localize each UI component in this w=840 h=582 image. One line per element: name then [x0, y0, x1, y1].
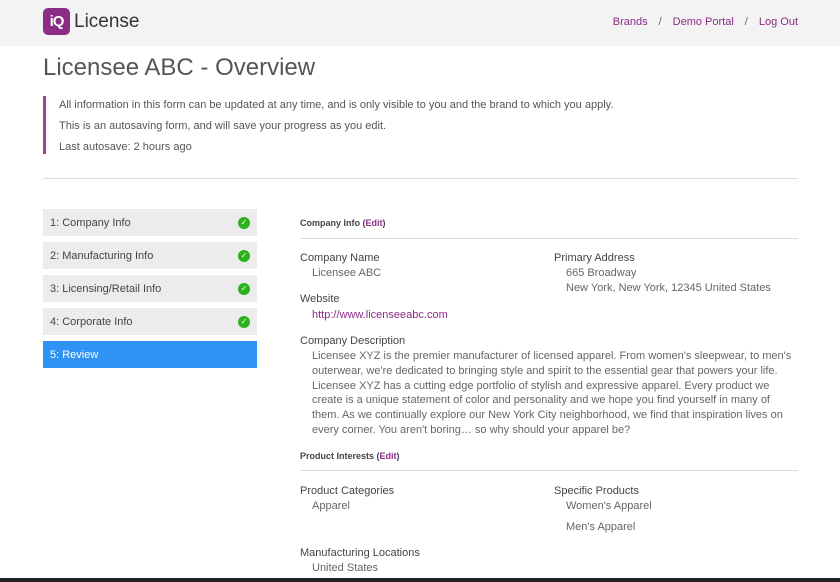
product-interests-heading: Product Interests (Edit)	[300, 451, 400, 461]
check-icon: ✓	[238, 249, 250, 262]
manufacturing-location-item: United States	[312, 562, 379, 574]
primary-address-label: Primary Address	[554, 252, 635, 264]
section-title: Product Interests	[300, 451, 375, 461]
notice-line-visibility: All information in this form can be upda…	[59, 99, 614, 111]
step-label: 4: Corporate Info	[50, 315, 133, 328]
logo-text: License	[74, 10, 140, 32]
nav-brands-link[interactable]: Brands	[613, 16, 648, 28]
company-description-value: Licensee XYZ is the premier manufacturer…	[312, 350, 792, 436]
autosave-notice: All information in this form can be upda…	[43, 96, 643, 154]
step-label: 5: Review	[50, 348, 99, 361]
nav-log-out-link[interactable]: Log Out	[759, 16, 798, 28]
product-interests-edit-link[interactable]: Edit	[380, 451, 397, 461]
company-name-label: Company Name	[300, 252, 380, 264]
top-nav: Brands / Demo Portal / Log Out	[613, 16, 798, 28]
notice-line-last-autosave: Last autosave: 2 hours ago	[59, 141, 192, 153]
section-title: Company Info	[300, 218, 360, 228]
step-company-info[interactable]: 1: Company Info ✓	[43, 209, 257, 236]
step-label: 2: Manufacturing Info	[50, 249, 154, 262]
nav-separator: /	[744, 16, 748, 28]
product-category-item: Apparel	[312, 500, 350, 512]
section-divider	[300, 238, 798, 239]
website-link[interactable]: http://www.licenseeabc.com	[312, 308, 448, 323]
window-bottom-edge	[0, 578, 840, 582]
steps-sidebar: 1: Company Info ✓ 2: Manufacturing Info …	[43, 209, 257, 374]
step-corporate-info[interactable]: 4: Corporate Info ✓	[43, 308, 257, 335]
company-info-edit-link[interactable]: Edit	[366, 218, 383, 228]
address-line-2: New York, New York, 12345 United States	[566, 282, 771, 294]
specific-product-item: Men's Apparel	[566, 521, 636, 533]
logo[interactable]: iQ License	[43, 8, 140, 35]
nav-demo-portal-link[interactable]: Demo Portal	[673, 16, 734, 28]
specific-product-item: Women's Apparel	[566, 500, 652, 512]
logo-icon: iQ	[43, 8, 70, 35]
step-licensing-retail-info[interactable]: 3: Licensing/Retail Info ✓	[43, 275, 257, 302]
step-review[interactable]: 5: Review	[43, 341, 257, 368]
page-title: Licensee ABC - Overview	[43, 54, 316, 81]
nav-separator: /	[658, 16, 662, 28]
product-categories-label: Product Categories	[300, 485, 395, 497]
company-description-label: Company Description	[300, 335, 406, 347]
notice-line-autosave: This is an autosaving form, and will sav…	[59, 120, 387, 132]
website-label: Website	[300, 293, 340, 305]
top-bar: iQ License Brands / Demo Portal / Log Ou…	[0, 0, 840, 46]
check-icon: ✓	[238, 315, 250, 328]
check-icon: ✓	[238, 216, 250, 229]
step-label: 3: Licensing/Retail Info	[50, 282, 162, 295]
divider	[43, 178, 798, 179]
address-line-1: 665 Broadway	[566, 267, 637, 279]
check-icon: ✓	[238, 282, 250, 295]
company-name-value: Licensee ABC	[312, 267, 382, 279]
company-info-heading: Company Info (Edit)	[300, 218, 386, 228]
specific-products-label: Specific Products	[554, 485, 639, 497]
section-divider	[300, 470, 798, 471]
manufacturing-locations-label: Manufacturing Locations	[300, 547, 420, 559]
step-manufacturing-info[interactable]: 2: Manufacturing Info ✓	[43, 242, 257, 269]
step-label: 1: Company Info	[50, 216, 131, 229]
